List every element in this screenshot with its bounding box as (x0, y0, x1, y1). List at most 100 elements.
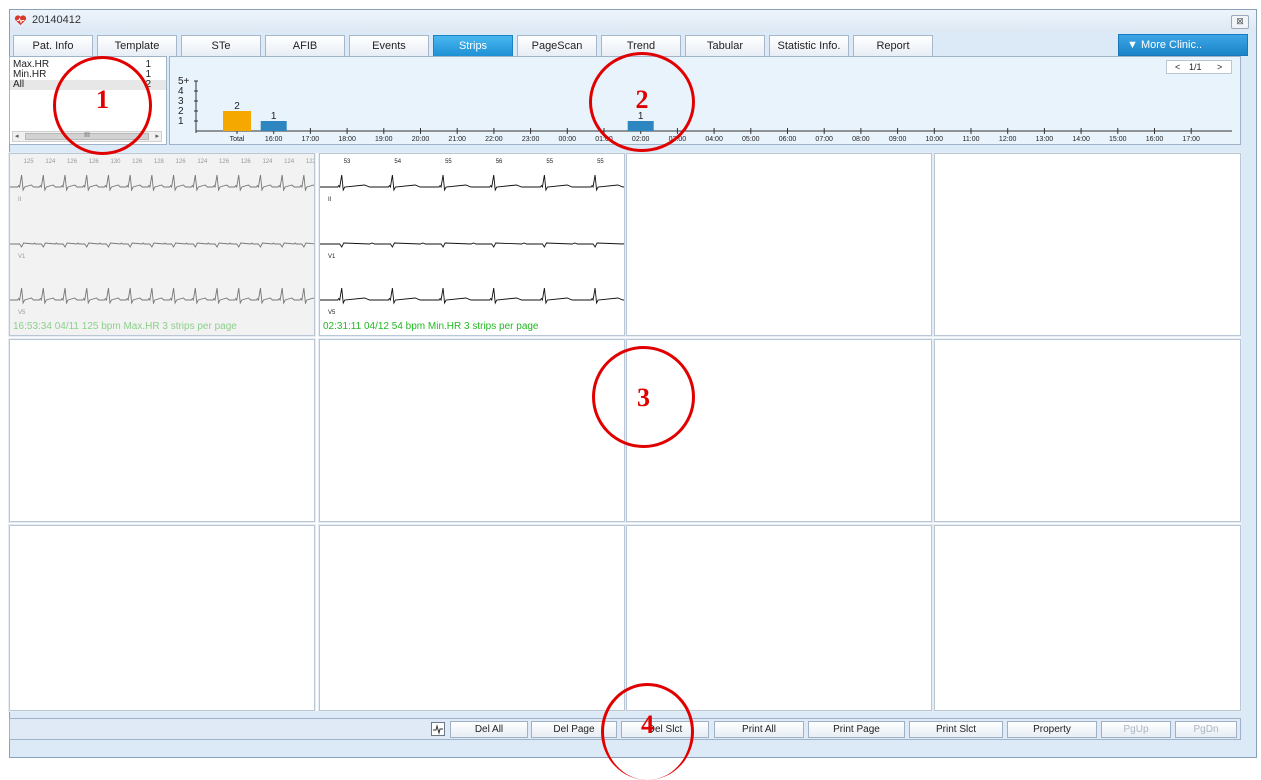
empty-strip-cell[interactable] (625, 152, 933, 337)
beat-hr-label: 130 (110, 159, 121, 165)
strip-list-item-count: 1 (145, 59, 151, 70)
ecg-lead-trace (320, 174, 624, 192)
strip-histogram-chart[interactable]: 5+4321Total 16:00 17:00 18:00 19:00 20:00 21:0… (170, 57, 1240, 144)
ecg-waveform: 125 124 126 126 130 126 128 126 124 126 126 124 124 1… (10, 159, 314, 316)
beat-hr-label: 55 (597, 159, 604, 165)
beat-hr-label: 124 (262, 159, 273, 165)
more-clinic-button[interactable]: ▼ More Clinic.. (1118, 34, 1248, 56)
beat-hr-label: 124 (197, 159, 208, 165)
del-all-button[interactable]: Del All (450, 721, 528, 738)
beat-hr-label: 126 (241, 159, 252, 165)
lead-label: V1 (18, 254, 26, 260)
beat-hr-label: 125 (24, 159, 35, 165)
x-tick-label: 08:00 (852, 136, 870, 143)
strip-list-item-name: All (13, 79, 25, 90)
window-title: 20140412 (32, 14, 81, 26)
tab-tabular[interactable]: Tabular (685, 35, 765, 57)
tab-pagescan[interactable]: PageScan (517, 35, 597, 57)
beat-hr-label: 128 (154, 159, 165, 165)
bar-value-label: 2 (234, 101, 240, 112)
annotation-circle-2: 2 (589, 52, 695, 152)
pgup-button[interactable]: PgUp (1101, 721, 1171, 738)
x-tick-label: 13:00 (1036, 136, 1054, 143)
x-tick-label: 11:00 (963, 136, 980, 143)
tab-ste[interactable]: STe (181, 35, 261, 57)
x-tick-label: 17:00 (302, 136, 320, 143)
ecg-view-icon[interactable] (431, 722, 445, 736)
beat-hr-label: 126 (132, 159, 143, 165)
ecg-lead-trace (320, 287, 624, 305)
empty-strip-cell[interactable] (933, 524, 1242, 712)
beat-hr-label: 126 (176, 159, 187, 165)
strip-histogram-panel: 5+ 4 3 2 1 Total 16:00 17:00 18:00 19:00 20:00 21:0… (169, 56, 1241, 145)
pgdn-button[interactable]: PgDn (1175, 721, 1237, 738)
empty-strip-cell[interactable] (8, 524, 316, 712)
tab-report[interactable]: Report (853, 35, 933, 57)
histogram-pager: < 1/1 > (1166, 60, 1232, 74)
annotation-circle-4: 4 (601, 683, 694, 780)
ecg-waveform: 53 54 55 56 55 55 II V1 V5 (320, 159, 624, 316)
annotation-circle-3: 3 (592, 346, 695, 448)
beat-hr-label: 122 (306, 159, 314, 165)
beat-hr-label: 126 (67, 159, 78, 165)
print-page-button[interactable]: Print Page (808, 721, 905, 738)
print-slct-button[interactable]: Print Slct (909, 721, 1003, 738)
annotation-circle-1: 1 (53, 56, 152, 155)
ecg-lead-trace (10, 242, 314, 248)
x-tick-label: 15:00 (1109, 136, 1127, 143)
pager-next-icon[interactable]: > (1217, 61, 1222, 73)
ecg-lead-trace (10, 287, 314, 305)
annotation-number: 2 (635, 85, 649, 114)
x-tick-label: 16:00 (265, 136, 283, 143)
x-tick-label: 09:00 (889, 136, 907, 143)
tab-strips[interactable]: Strips (433, 35, 513, 57)
x-tick-label: 06:00 (779, 136, 797, 143)
pager-prev-icon[interactable]: < (1175, 61, 1180, 73)
close-icon[interactable]: ⊠ (1231, 15, 1249, 29)
lead-label: V5 (328, 310, 336, 316)
empty-strip-cell[interactable] (933, 338, 1242, 523)
annotation-number: 4 (641, 710, 654, 739)
empty-strip-cell[interactable] (318, 524, 626, 712)
ecg-strip-cell[interactable]: 125 124 126 126 130 126 128 126 124 126 126 124 124 1… (8, 152, 316, 337)
empty-strip-cell[interactable] (8, 338, 316, 523)
x-tick-label: 21:00 (448, 136, 466, 143)
lead-label: II (18, 197, 22, 203)
tab-statistic-info[interactable]: Statistic Info. (769, 35, 849, 57)
x-tick-label: 20:00 (412, 136, 430, 143)
tab-template[interactable]: Template (97, 35, 177, 57)
lead-label: V5 (18, 310, 26, 316)
app-heart-icon (14, 15, 27, 26)
ecg-strip-cell[interactable]: 53 54 55 56 55 55 II V1 V5 02:31:11 04/12 54 bpm … (318, 152, 626, 337)
y-tick-label: 1 (178, 116, 184, 127)
strip-caption: 02:31:11 04/12 54 bpm Min.HR 3 strips pe… (323, 321, 539, 332)
x-tick-label: 23:00 (522, 136, 540, 143)
scroll-right-icon[interactable]: ▸ (155, 132, 159, 141)
annotation-number: 3 (637, 383, 650, 412)
x-tick-label: 16:00 (1146, 136, 1164, 143)
beat-hr-label: 126 (89, 159, 100, 165)
histogram-bar[interactable] (260, 121, 287, 131)
print-all-button[interactable]: Print All (714, 721, 804, 738)
x-tick-label: 05:00 (742, 136, 760, 143)
tab-afib[interactable]: AFIB (265, 35, 345, 57)
scroll-left-icon[interactable]: ◂ (15, 132, 19, 141)
strip-caption: 16:53:34 04/11 125 bpm Max.HR 3 strips p… (13, 321, 237, 332)
empty-strip-cell[interactable] (625, 524, 933, 712)
beat-hr-label: 53 (344, 159, 351, 165)
bar-value-label: 1 (271, 111, 277, 122)
empty-strip-cell[interactable] (318, 338, 626, 523)
histogram-bar[interactable] (223, 111, 251, 131)
x-tick-label: 07:00 (815, 136, 833, 143)
x-tick-label: 12:00 (999, 136, 1017, 143)
x-tick-label: 10:00 (926, 136, 944, 143)
tab-pat-info[interactable]: Pat. Info (13, 35, 93, 57)
x-tick-label: 17:00 (1182, 136, 1200, 143)
beat-hr-label: 55 (546, 159, 553, 165)
annotation-number: 1 (96, 85, 109, 114)
empty-strip-cell[interactable] (933, 152, 1242, 337)
property-button[interactable]: Property (1007, 721, 1097, 738)
tab-events[interactable]: Events (349, 35, 429, 57)
x-tick-label: 22:00 (485, 136, 503, 143)
beat-hr-label: 124 (284, 159, 295, 165)
